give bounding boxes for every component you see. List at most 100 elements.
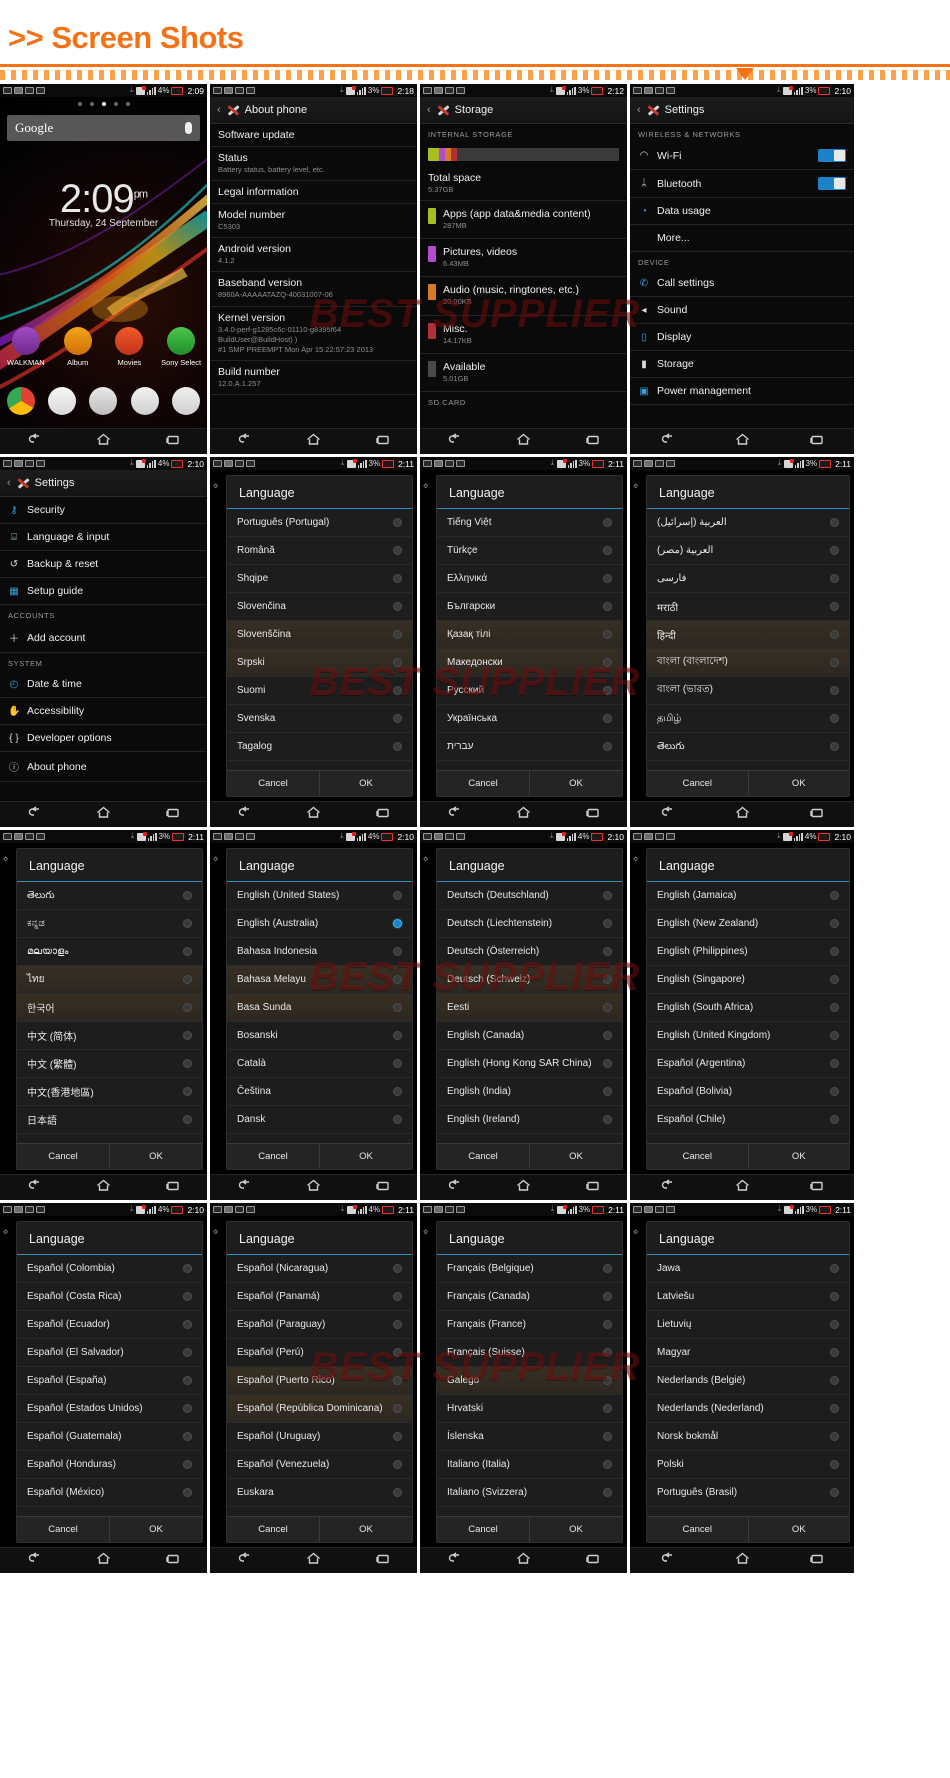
sidebar-item-about-phone[interactable]: ⓘ About phone	[0, 752, 207, 782]
list-item[interactable]: English (United Kingdom)	[647, 1022, 849, 1050]
list-item[interactable]: Slovenščina	[227, 621, 412, 649]
back-chevron-icon[interactable]: ‹	[427, 104, 431, 116]
back-icon[interactable]	[660, 805, 676, 824]
list-item[interactable]: Español (Paraguay)	[227, 1311, 412, 1339]
radio-button[interactable]	[393, 1348, 402, 1357]
recents-icon[interactable]	[585, 1179, 600, 1197]
recents-icon[interactable]	[585, 806, 600, 824]
recents-icon[interactable]	[375, 433, 390, 451]
list-item[interactable]: Čeština	[227, 1078, 412, 1106]
home-icon[interactable]	[516, 1552, 531, 1570]
app-shortcut[interactable]: Album	[54, 327, 102, 367]
list-item[interactable]: Español (Uruguay)	[227, 1423, 412, 1451]
radio-button[interactable]	[603, 1432, 612, 1441]
list-item[interactable]: English (India)	[437, 1078, 622, 1106]
list-item[interactable]: English (Ireland)	[437, 1106, 622, 1134]
list-item[interactable]: Español (El Salvador)	[17, 1339, 202, 1367]
radio-button[interactable]	[603, 546, 612, 555]
list-item[interactable]: Nederlands (België)	[647, 1367, 849, 1395]
radio-button[interactable]	[603, 658, 612, 667]
sidebar-item-sound[interactable]: ◂ Sound	[630, 297, 854, 324]
list-item[interactable]: Español (Costa Rica)	[17, 1283, 202, 1311]
radio-button[interactable]	[603, 1031, 612, 1040]
radio-button[interactable]	[393, 1460, 402, 1469]
list-item[interactable]: Deutsch (Deutschland)	[437, 882, 622, 910]
radio-button[interactable]	[830, 574, 839, 583]
radio-button[interactable]	[603, 742, 612, 751]
about-item[interactable]: Legal information	[210, 181, 417, 205]
list-item[interactable]: Bahasa Melayu	[227, 966, 412, 994]
radio-button[interactable]	[830, 1003, 839, 1012]
list-item[interactable]: Español (Panamá)	[227, 1283, 412, 1311]
list-item[interactable]: Español (Honduras)	[17, 1451, 202, 1479]
recents-icon[interactable]	[809, 1179, 824, 1197]
radio-button[interactable]	[183, 1031, 192, 1040]
radio-button[interactable]	[393, 630, 402, 639]
home-icon[interactable]	[306, 806, 321, 824]
about-item[interactable]: Baseband version 8960A-AAAAATAZQ-40031007…	[210, 272, 417, 307]
radio-button[interactable]	[393, 1320, 402, 1329]
radio-button[interactable]	[393, 1376, 402, 1385]
list-item[interactable]: العربية (إسرائيل)	[647, 509, 849, 537]
list-item[interactable]: English (United States)	[227, 882, 412, 910]
storage-total[interactable]: Total space 5.37GB	[420, 167, 627, 202]
home-icon[interactable]	[516, 1179, 531, 1197]
radio-button[interactable]	[830, 1059, 839, 1068]
radio-button[interactable]	[393, 1087, 402, 1096]
list-item[interactable]: Tiếng Việt	[437, 509, 622, 537]
cancel-button[interactable]: Cancel	[17, 1144, 109, 1169]
ok-button[interactable]: OK	[747, 1144, 849, 1169]
list-item[interactable]: עברית	[437, 733, 622, 761]
radio-button[interactable]	[603, 919, 612, 928]
about-item[interactable]: Build number 12.0.A.1.257	[210, 361, 417, 395]
list-item[interactable]: தமிழ்	[647, 705, 849, 733]
list-item[interactable]: Español (Venezuela)	[227, 1451, 412, 1479]
cancel-button[interactable]: Cancel	[437, 771, 529, 796]
back-icon[interactable]	[237, 805, 253, 824]
list-item[interactable]: 한국어	[17, 994, 202, 1022]
about-item[interactable]: Status Battery status, battery level, etc…	[210, 147, 417, 182]
cancel-button[interactable]: Cancel	[227, 771, 319, 796]
back-icon[interactable]	[447, 1178, 463, 1197]
ok-button[interactable]: OK	[529, 1517, 622, 1542]
radio-button[interactable]	[183, 1432, 192, 1441]
list-item[interactable]: Basa Sunda	[227, 994, 412, 1022]
radio-button[interactable]	[603, 574, 612, 583]
home-icon[interactable]	[735, 1552, 750, 1570]
list-item[interactable]: Español (México)	[17, 1479, 202, 1507]
messaging-icon[interactable]	[130, 387, 159, 415]
list-item[interactable]: Italiano (Italia)	[437, 1451, 622, 1479]
radio-button[interactable]	[393, 1003, 402, 1012]
storage-entry[interactable]: Apps (app data&media content) 287MB	[420, 201, 627, 240]
radio-button[interactable]	[830, 1264, 839, 1273]
list-item[interactable]: Español (Perú)	[227, 1339, 412, 1367]
back-icon[interactable]	[27, 1551, 43, 1570]
radio-button[interactable]	[393, 742, 402, 751]
app-shortcut[interactable]: Sony Select	[157, 327, 205, 367]
storage-entry[interactable]: Pictures, videos 6.43MB	[420, 239, 627, 278]
list-item[interactable]: Español (Colombia)	[17, 1255, 202, 1283]
recents-icon[interactable]	[809, 806, 824, 824]
sidebar-item-call-settings[interactable]: ✆ Call settings	[630, 270, 854, 297]
list-item[interactable]: 日本語	[17, 1106, 202, 1134]
sidebar-item-display[interactable]: ▯ Display	[630, 324, 854, 351]
list-item[interactable]: Bosanski	[227, 1022, 412, 1050]
list-item[interactable]: Dansk	[227, 1106, 412, 1134]
list-item[interactable]: Română	[227, 537, 412, 565]
about-item[interactable]: Software update	[210, 124, 417, 147]
list-item[interactable]: 中文 (繁體)	[17, 1050, 202, 1078]
back-icon[interactable]	[660, 432, 676, 451]
list-item[interactable]: Português (Portugal)	[227, 509, 412, 537]
back-icon[interactable]	[660, 1178, 676, 1197]
list-item[interactable]: 中文 (简体)	[17, 1022, 202, 1050]
sidebar-item-wi-fi[interactable]: ◠ Wi-Fi	[630, 142, 854, 170]
radio-button[interactable]	[830, 1320, 839, 1329]
about-item[interactable]: Model number C5303	[210, 204, 417, 239]
back-icon[interactable]	[447, 432, 463, 451]
radio-button[interactable]	[830, 1087, 839, 1096]
back-icon[interactable]	[447, 805, 463, 824]
storage-entry[interactable]: Available 5.01GB	[420, 354, 627, 392]
radio-button[interactable]	[183, 919, 192, 928]
radio-button[interactable]	[603, 1264, 612, 1273]
list-item[interactable]: Македонски	[437, 649, 622, 677]
